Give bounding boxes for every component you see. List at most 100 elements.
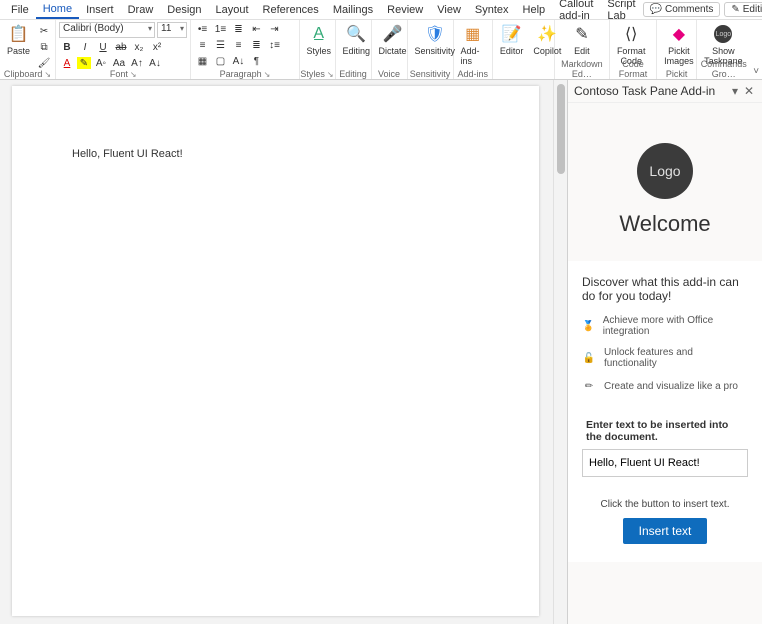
copy-button[interactable]: ⧉ xyxy=(36,40,52,54)
bullets-button[interactable]: •≡ xyxy=(194,22,210,36)
highlight-button[interactable]: ✎ xyxy=(77,57,91,69)
align-center-button[interactable]: ☰ xyxy=(212,38,228,52)
editing-label: Editing xyxy=(743,4,762,15)
styles-launcher[interactable]: ↘ xyxy=(327,70,334,79)
voice-group-label: Voice xyxy=(372,69,407,79)
codeformat-group-label: Code Format xyxy=(610,59,656,79)
document-page[interactable]: Hello, Fluent UI React! xyxy=(12,86,539,616)
paragraph-launcher[interactable]: ↘ xyxy=(264,70,271,79)
scrollbar-thumb[interactable] xyxy=(557,84,565,174)
paste-button[interactable]: 📋 Paste xyxy=(3,22,34,58)
font-size-select[interactable]: 11 xyxy=(157,22,187,38)
addins-icon: ▦ xyxy=(463,24,483,44)
clipboard-group-label: Clipboard xyxy=(4,69,43,79)
increase-indent-button[interactable]: ⇥ xyxy=(266,22,282,36)
dictate-button[interactable]: 🎤 Dictate xyxy=(375,22,411,58)
italic-button[interactable]: I xyxy=(77,40,93,54)
insert-helper-text: Click the button to insert text. xyxy=(582,499,748,510)
tab-mailings[interactable]: Mailings xyxy=(326,2,380,18)
feature-item-2: 🔓 Unlock features and functionality xyxy=(582,347,748,369)
font-launcher[interactable]: ↘ xyxy=(130,70,137,79)
insert-text-button[interactable]: Insert text xyxy=(623,518,708,544)
editing-mode-button[interactable]: ✎ Editing ▾ xyxy=(724,2,762,17)
tab-home[interactable]: Home xyxy=(36,1,79,19)
decrease-indent-button[interactable]: ⇤ xyxy=(248,22,264,36)
task-pane: Contoso Task Pane Add-in ▾ ✕ Logo Welcom… xyxy=(567,80,762,624)
tab-references[interactable]: References xyxy=(256,2,326,18)
editor-button[interactable]: 📝 Editor xyxy=(496,22,528,58)
clipboard-launcher[interactable]: ↘ xyxy=(44,70,51,79)
welcome-heading: Welcome xyxy=(568,211,762,237)
pencil-icon: ✎ xyxy=(731,4,739,15)
font-color-button[interactable]: A xyxy=(59,56,75,70)
line-spacing-button[interactable]: ↕≡ xyxy=(266,38,282,52)
styles-button[interactable]: A̲ Styles xyxy=(303,22,336,58)
superscript-button[interactable]: x² xyxy=(149,40,165,54)
unlock-icon: 🔓 xyxy=(582,351,596,365)
justify-button[interactable]: ≣ xyxy=(248,38,264,52)
pane-dropdown-button[interactable]: ▾ xyxy=(728,84,742,98)
document-area[interactable]: Hello, Fluent UI React! xyxy=(0,80,553,624)
edit-icon: ✎ xyxy=(572,24,592,44)
styles-icon: A̲ xyxy=(309,24,329,44)
addins-label: Add-ins xyxy=(461,46,485,66)
tab-review[interactable]: Review xyxy=(380,2,430,18)
editing-group-label: Editing xyxy=(336,69,371,79)
clipboard-icon: 📋 xyxy=(9,24,29,44)
styles-label: Styles xyxy=(307,46,332,56)
document-text: Hello, Fluent UI React! xyxy=(72,148,183,160)
pane-logo: Logo xyxy=(637,143,693,199)
paragraph-group-label: Paragraph xyxy=(220,69,262,79)
shading-button[interactable]: ▦ xyxy=(194,54,210,68)
change-case-button[interactable]: Aa xyxy=(111,56,127,70)
markdown-edit-label: Edit xyxy=(574,46,590,56)
shrink-font-button[interactable]: A↓ xyxy=(147,56,163,70)
grow-font-button[interactable]: A↑ xyxy=(129,56,145,70)
sort-button[interactable]: A↓ xyxy=(230,54,246,68)
tab-file[interactable]: File xyxy=(4,2,36,18)
editor-label: Editor xyxy=(500,46,524,56)
tab-layout[interactable]: Layout xyxy=(209,2,256,18)
clear-format-button[interactable]: A◦ xyxy=(93,56,109,70)
tab-design[interactable]: Design xyxy=(160,2,208,18)
align-left-button[interactable]: ≡ xyxy=(194,38,210,52)
pickit-icon: ◆ xyxy=(669,24,689,44)
pickit-group-label: Pickit xyxy=(657,69,696,79)
numbering-button[interactable]: 1≡ xyxy=(212,22,228,36)
format-painter-button[interactable]: 🖌 xyxy=(36,56,52,70)
addins-group-label: Add-ins xyxy=(454,69,492,79)
markdown-edit-button[interactable]: ✎ Edit xyxy=(558,22,606,58)
styles-group-label: Styles xyxy=(300,69,325,79)
multilevel-button[interactable]: ≣ xyxy=(230,22,246,36)
tab-help[interactable]: Help xyxy=(516,2,553,18)
pane-close-button[interactable]: ✕ xyxy=(742,84,756,98)
code-icon: ⟨⟩ xyxy=(621,24,641,44)
design-icon: ✏ xyxy=(582,379,596,393)
addins-button[interactable]: ▦ Add-ins xyxy=(457,22,489,68)
editing-button[interactable]: 🔍 Editing xyxy=(339,22,375,58)
tab-syntex[interactable]: Syntex xyxy=(468,2,516,18)
pickit-button[interactable]: ◆ Pickit Images xyxy=(660,22,698,68)
sensitivity-button[interactable]: 🛡 Sensitivity xyxy=(411,22,460,58)
comments-button[interactable]: 💬 Comments xyxy=(643,2,721,17)
cut-button[interactable]: ✂ xyxy=(36,24,52,38)
markdown-group-label: Markdown Ed… xyxy=(555,59,609,79)
vertical-scrollbar[interactable] xyxy=(553,80,567,624)
subscript-button[interactable]: x₂ xyxy=(131,40,147,54)
strike-button[interactable]: ab xyxy=(113,40,129,54)
feature-1-text: Achieve more with Office integration xyxy=(603,315,748,337)
tab-view[interactable]: View xyxy=(430,2,468,18)
copy-icon: ⧉ xyxy=(40,42,47,53)
tab-insert[interactable]: Insert xyxy=(79,2,121,18)
feature-item-3: ✏ Create and visualize like a pro xyxy=(582,379,748,393)
font-family-select[interactable]: Calibri (Body) xyxy=(59,22,155,38)
ribbon-collapse-button[interactable]: ˅ xyxy=(753,66,759,77)
bold-button[interactable]: B xyxy=(59,40,75,54)
show-marks-button[interactable]: ¶ xyxy=(248,54,264,68)
tab-draw[interactable]: Draw xyxy=(121,2,161,18)
insert-text-input[interactable] xyxy=(582,449,748,477)
align-right-button[interactable]: ≡ xyxy=(230,38,246,52)
underline-button[interactable]: U xyxy=(95,40,111,54)
pane-title: Contoso Task Pane Add-in xyxy=(574,84,715,98)
borders-button[interactable]: ▢ xyxy=(212,54,228,68)
